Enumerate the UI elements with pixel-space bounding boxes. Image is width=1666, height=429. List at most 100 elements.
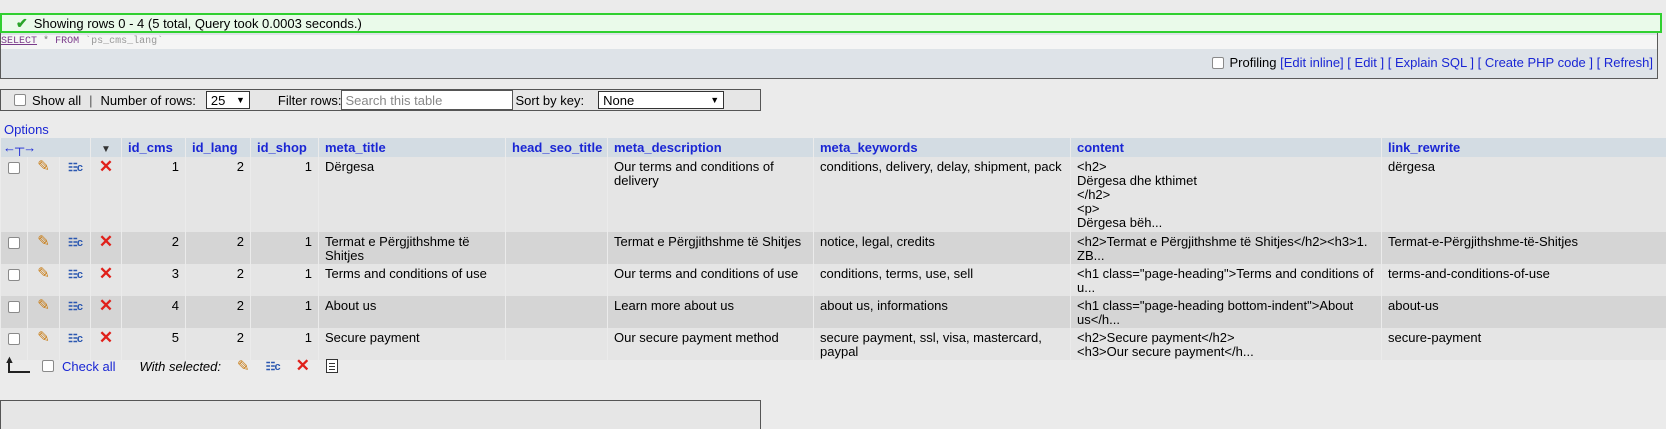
cell-meta_title[interactable]: About us: [319, 296, 505, 328]
show-all-checkbox[interactable]: [14, 94, 26, 106]
sql-select-keyword[interactable]: SELECT: [1, 36, 37, 47]
cell-id_shop[interactable]: 1: [251, 157, 318, 232]
options-link[interactable]: Options: [4, 122, 49, 137]
cell-meta_keywords[interactable]: about us, informations: [814, 296, 1070, 328]
cell-link_rewrite[interactable]: secure-payment: [1382, 328, 1666, 360]
column-header-id_cms[interactable]: id_cms: [122, 138, 185, 157]
sort-menu[interactable]: ▼: [91, 138, 121, 157]
cell-id_cms[interactable]: 3: [122, 264, 185, 296]
pencil-icon[interactable]: ✎: [37, 297, 50, 314]
column-header-id_shop[interactable]: id_shop: [251, 138, 318, 157]
cell-meta_title[interactable]: Terms and conditions of use: [319, 264, 505, 296]
cell-head_seo_title[interactable]: [506, 232, 607, 264]
sql-query-text[interactable]: SELECT * FROM `ps_cms_lang`: [1, 35, 1657, 49]
cell-id_lang[interactable]: 2: [186, 232, 250, 264]
copy-row-icon[interactable]: ☷c: [68, 237, 83, 249]
cell-meta_description[interactable]: Termat e Përgjithshme të Shitjes: [608, 232, 813, 264]
delete-icon[interactable]: ✕: [296, 357, 310, 374]
cell-id_cms[interactable]: 1: [122, 157, 185, 232]
column-header-head_seo_title[interactable]: head_seo_title: [506, 138, 607, 157]
cell-head_seo_title[interactable]: [506, 296, 607, 328]
column-header-link_rewrite[interactable]: link_rewrite: [1382, 138, 1666, 157]
cell-id_lang[interactable]: 2: [186, 296, 250, 328]
check-all-checkbox[interactable]: [42, 360, 54, 372]
cell-id_shop[interactable]: 1: [251, 296, 318, 328]
column-header-id_lang[interactable]: id_lang: [186, 138, 250, 157]
cell-content[interactable]: <h1 class="page-heading">Terms and condi…: [1071, 264, 1381, 296]
cell-meta_keywords[interactable]: notice, legal, credits: [814, 232, 1070, 264]
cell-id_cms[interactable]: 4: [122, 296, 185, 328]
cell-link_rewrite[interactable]: dërgesa: [1382, 157, 1666, 232]
pencil-icon[interactable]: ✎: [37, 233, 50, 250]
edit-inline-link[interactable]: [Edit inline]: [1280, 55, 1344, 70]
cell-link_rewrite[interactable]: about-us: [1382, 296, 1666, 328]
table-row[interactable]: ✎ ☷c ✕ 3 2 1 Terms and conditions of use Our te…: [1, 264, 1666, 296]
pencil-icon[interactable]: ✎: [37, 265, 50, 282]
cell-meta_description[interactable]: Our terms and conditions of delivery: [608, 157, 813, 232]
column-header-meta_title[interactable]: meta_title: [319, 138, 505, 157]
row-checkbox[interactable]: [8, 161, 20, 174]
row-checkbox[interactable]: [8, 332, 20, 345]
copy-row-icon[interactable]: ☷c: [68, 162, 83, 174]
explain-sql-link[interactable]: [ Explain SQL ]: [1388, 55, 1474, 70]
table-row[interactable]: ✎ ☷c ✕ 4 2 1 About us Learn more about us about …: [1, 296, 1666, 328]
filter-rows-input[interactable]: Search this table: [341, 90, 514, 110]
sql-star: *: [43, 36, 50, 47]
rows-select[interactable]: 25 ▼: [205, 91, 250, 109]
cell-content[interactable]: <h1 class="page-heading bottom-indent">A…: [1071, 296, 1381, 328]
pencil-icon[interactable]: ✎: [37, 329, 50, 346]
cell-id_lang[interactable]: 2: [186, 264, 250, 296]
cell-head_seo_title[interactable]: [506, 264, 607, 296]
delete-icon[interactable]: ✕: [99, 157, 113, 176]
cell-content[interactable]: <h2> Dërgesa dhe kthimet </h2> <p> Dërgesa b…: [1071, 157, 1381, 232]
cell-id_shop[interactable]: 1: [251, 264, 318, 296]
table-row[interactable]: ✎ ☷c ✕ 1 2 1 Dërgesa Our terms and conditions o…: [1, 157, 1666, 232]
edit-link[interactable]: [ Edit ]: [1347, 55, 1384, 70]
pencil-icon[interactable]: ✎: [37, 158, 50, 175]
pencil-icon[interactable]: ✎: [237, 357, 250, 375]
cell-meta_description[interactable]: Our terms and conditions of use: [608, 264, 813, 296]
cell-meta_keywords[interactable]: conditions, delivery, delay, shipment, p…: [814, 157, 1070, 232]
cell-meta_title[interactable]: Termat e Përgjithshme të Shitjes: [319, 232, 505, 264]
delete-icon[interactable]: ✕: [99, 328, 113, 347]
column-header-meta_keywords[interactable]: meta_keywords: [814, 138, 1070, 157]
with-selected-label: With selected:: [139, 358, 221, 374]
column-move-arrows[interactable]: ←┬→: [1, 138, 90, 157]
cell-link_rewrite[interactable]: terms-and-conditions-of-use: [1382, 264, 1666, 296]
copy-row-icon[interactable]: ☷c: [68, 301, 83, 313]
cell-meta_keywords[interactable]: conditions, terms, use, sell: [814, 264, 1070, 296]
cell-meta_title[interactable]: Dërgesa: [319, 157, 505, 232]
column-header-meta_description[interactable]: meta_description: [608, 138, 813, 157]
cell-id_lang[interactable]: 2: [186, 157, 250, 232]
cell-head_seo_title[interactable]: [506, 157, 607, 232]
table-row[interactable]: ✎ ☷c ✕ 2 2 1 Termat e Përgjithshme të Shitjes T…: [1, 232, 1666, 264]
copy-row-icon[interactable]: ☷c: [266, 360, 281, 373]
bottom-navigation-bar: [0, 400, 761, 429]
delete-cell: ✕: [91, 264, 121, 296]
copy-row-icon[interactable]: ☷c: [68, 269, 83, 281]
row-checkbox[interactable]: [8, 236, 20, 249]
create-php-code-link[interactable]: [ Create PHP code ]: [1478, 55, 1593, 70]
cell-meta_keywords[interactable]: secure payment, ssl, visa, mastercard, p…: [814, 328, 1070, 360]
sort-by-key-select[interactable]: None ▼: [598, 91, 725, 109]
cell-link_rewrite[interactable]: Termat-e-Përgjithshme-të-Shitjes: [1382, 232, 1666, 264]
sql-table-name: `ps_cms_lang`: [85, 36, 164, 47]
export-icon[interactable]: [325, 359, 338, 373]
cell-id_shop[interactable]: 1: [251, 232, 318, 264]
refresh-link[interactable]: [ Refresh]: [1597, 55, 1653, 70]
delete-icon[interactable]: ✕: [99, 232, 113, 251]
check-all-link[interactable]: Check all: [62, 359, 115, 374]
cell-content[interactable]: <h2>Termat e Përgjithshme të Shitjes</h2…: [1071, 232, 1381, 264]
cell-content[interactable]: <h2>Secure payment</h2> <h3>Our secure pa…: [1071, 328, 1381, 360]
copy-row-icon[interactable]: ☷c: [68, 333, 83, 345]
delete-icon[interactable]: ✕: [99, 296, 113, 315]
sql-from-keyword: FROM: [55, 36, 80, 47]
row-checkbox[interactable]: [8, 268, 20, 281]
cell-id_cms[interactable]: 2: [122, 232, 185, 264]
cell-meta_description[interactable]: Learn more about us: [608, 296, 813, 328]
column-header-content[interactable]: content: [1071, 138, 1381, 157]
delete-icon[interactable]: ✕: [99, 264, 113, 283]
cell-meta_description[interactable]: Our secure payment method: [608, 328, 813, 360]
profiling-checkbox[interactable]: [1212, 56, 1225, 69]
row-checkbox[interactable]: [8, 300, 20, 313]
